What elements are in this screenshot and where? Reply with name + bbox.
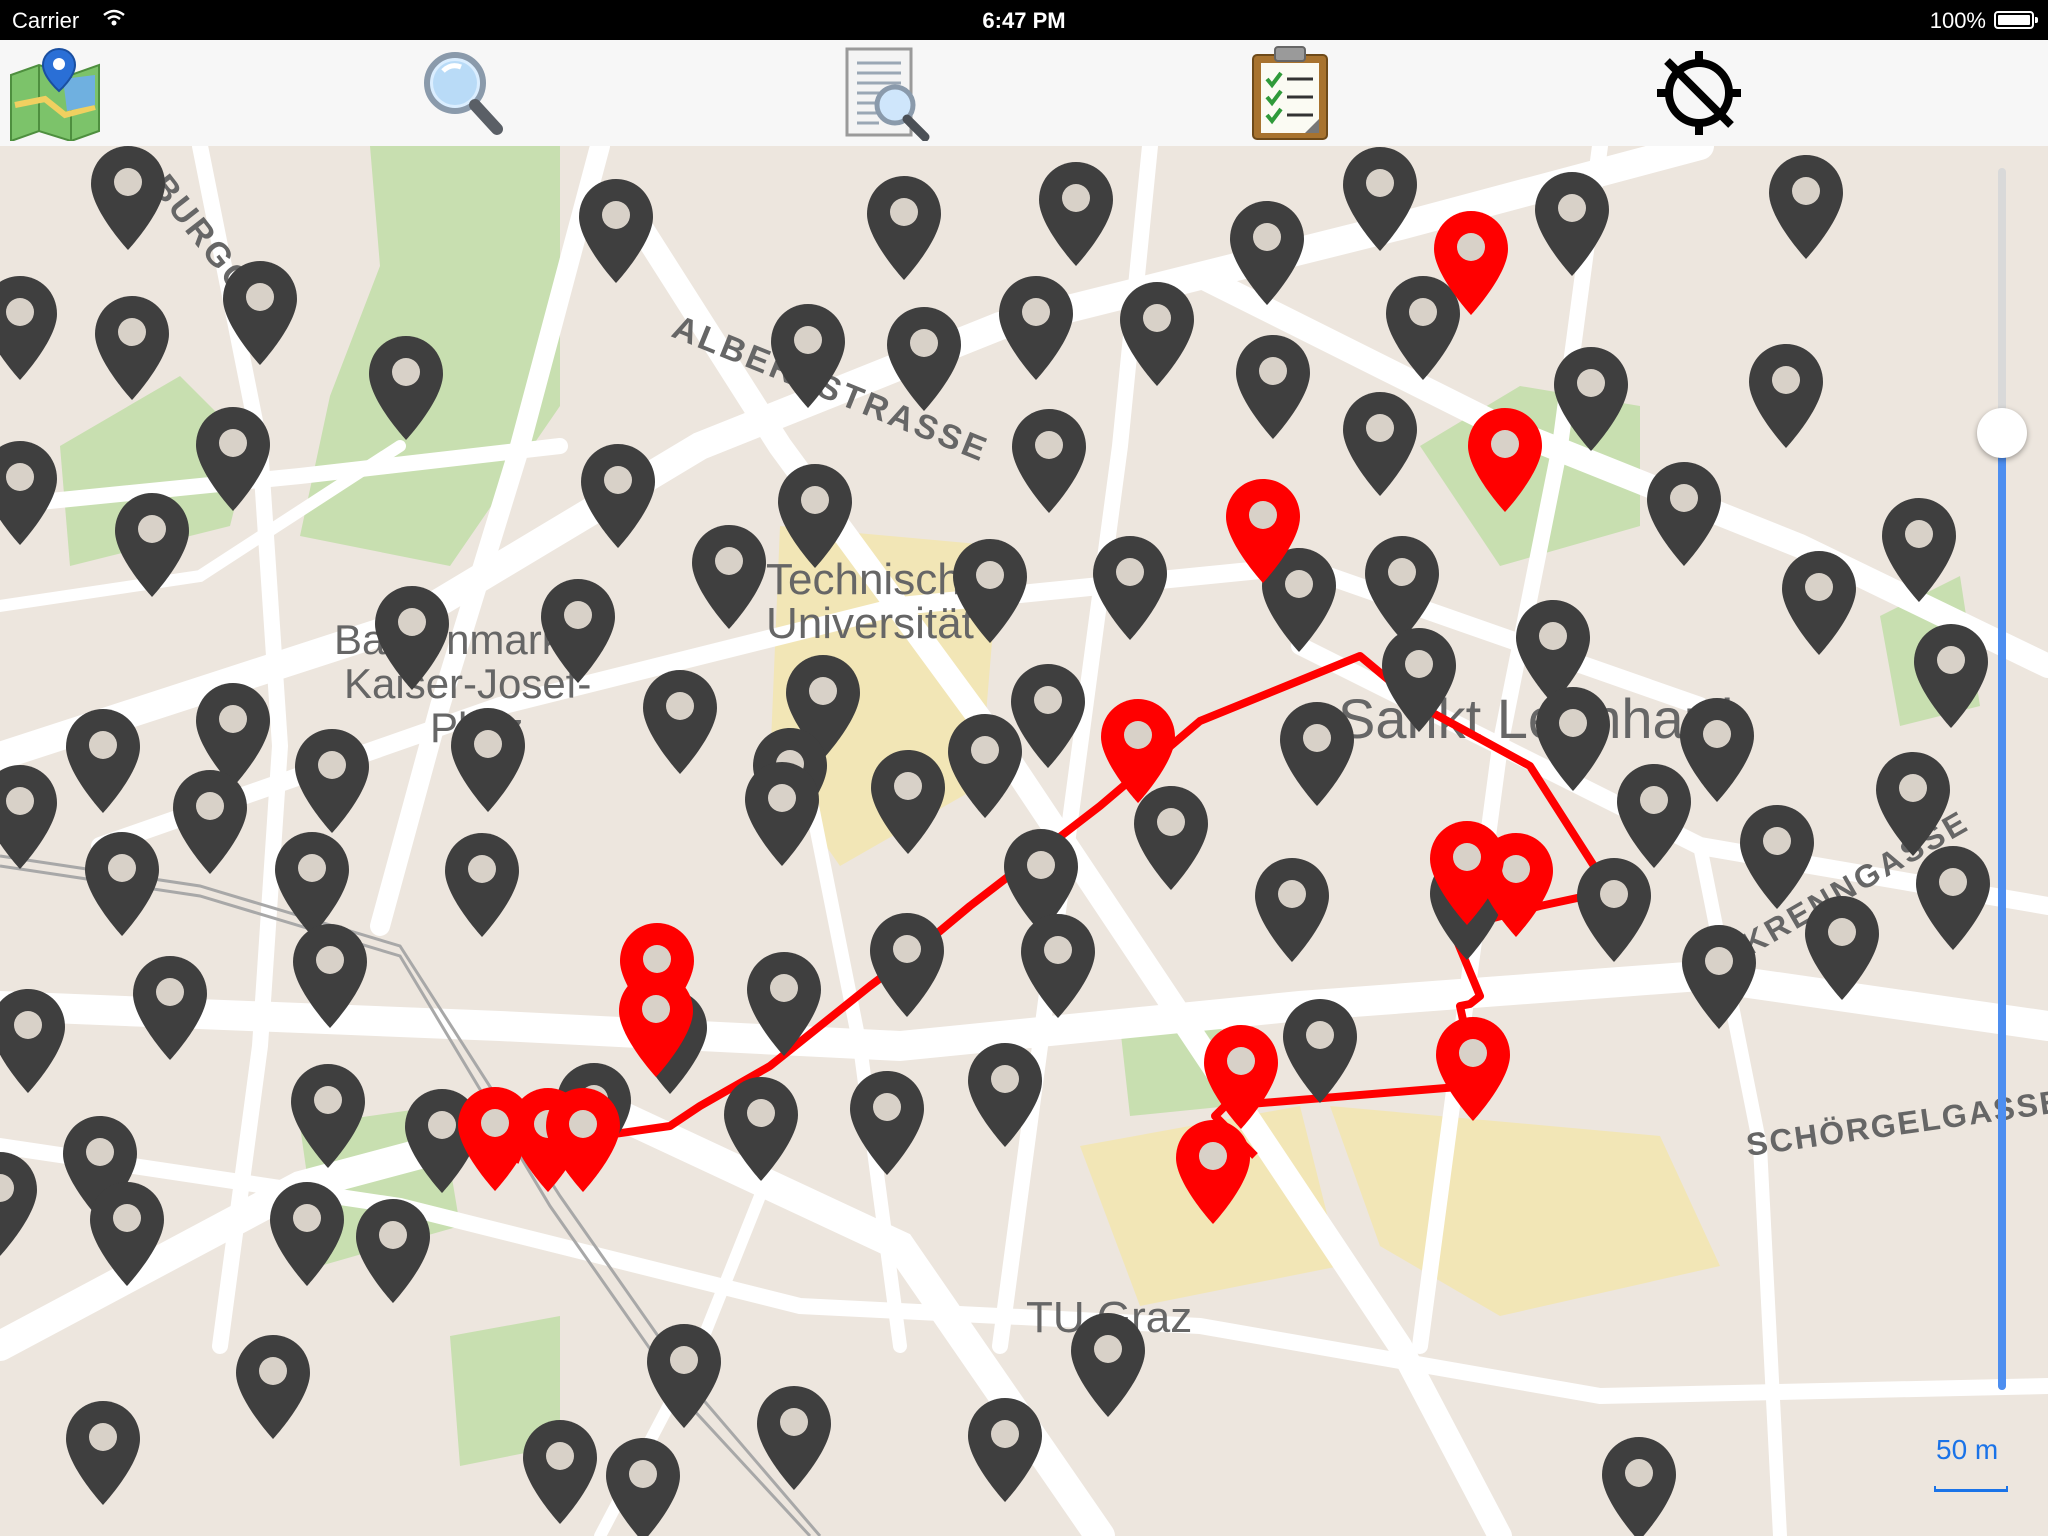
search-icon[interactable] (408, 44, 518, 142)
scale-bar (1934, 1486, 2008, 1492)
clipboard-checklist-icon[interactable] (1234, 44, 1344, 142)
battery-percent: 100% (1929, 8, 1986, 33)
map-icon[interactable] (0, 44, 110, 142)
document-search-icon[interactable] (830, 44, 940, 142)
zoom-slider-knob[interactable] (1977, 408, 2027, 458)
place-label-kaiser-josef: Kaiser-Josef- (344, 660, 591, 707)
map-view[interactable]: ALBERTSTRASSE BURGG Technische Universit… (0, 146, 2048, 1536)
clock: 6:47 PM (982, 8, 1066, 33)
location-disabled-icon[interactable] (1644, 44, 1754, 142)
toolbar (0, 40, 2048, 147)
scale-label: 50 m (1936, 1434, 1999, 1465)
battery-icon (1994, 11, 2038, 29)
status-bar: Carrier 6:47 PM 100% (0, 0, 2048, 40)
place-label-bauernmarkt: Bauernmarkt (334, 616, 575, 663)
place-label-universitaet: Universität (766, 599, 974, 648)
zoom-slider-fill (1998, 434, 2006, 1390)
